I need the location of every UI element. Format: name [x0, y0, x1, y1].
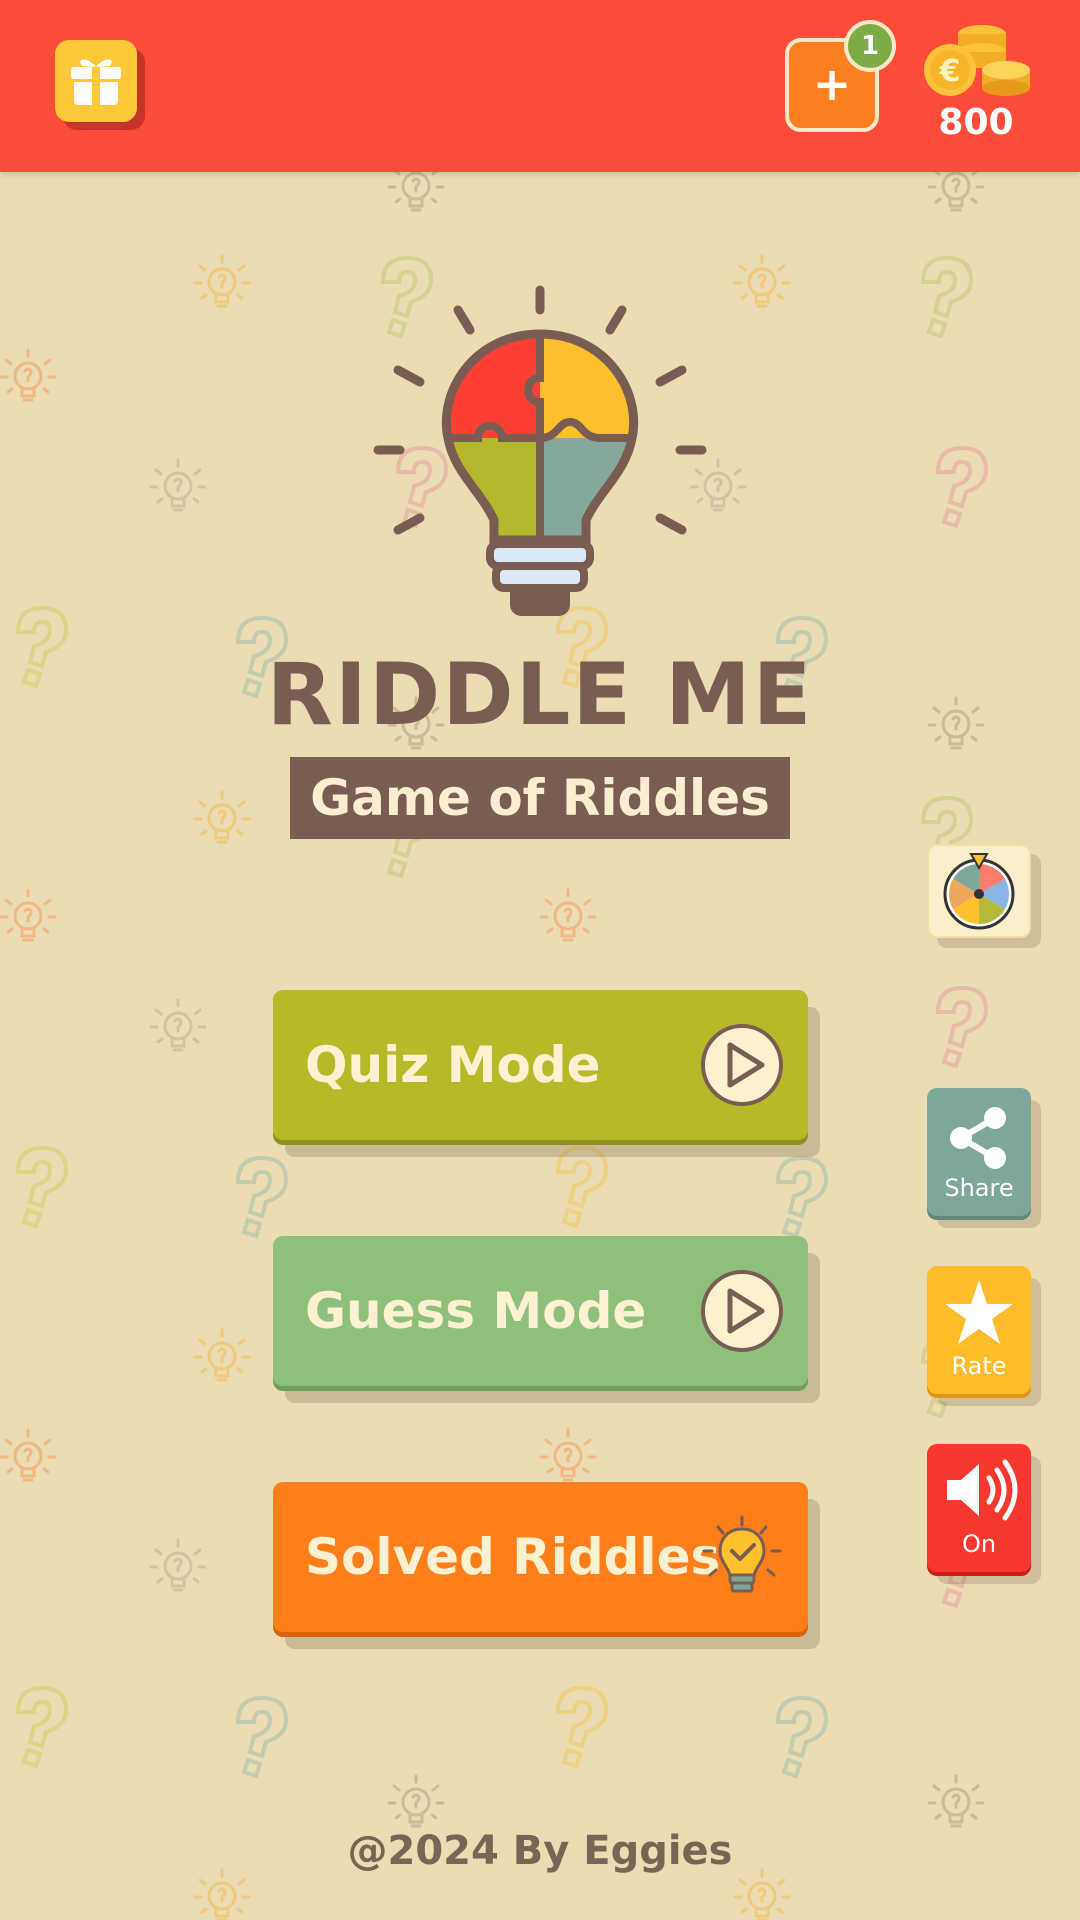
- play-icon: [701, 1270, 783, 1352]
- copyright-footer: @2024 By Eggies: [347, 1828, 733, 1874]
- share-label: Share: [944, 1174, 1014, 1202]
- speaker-icon: [947, 1459, 1018, 1521]
- spin-wheel-icon: [943, 853, 1015, 930]
- gift-icon: [71, 59, 121, 105]
- subtitle-banner: Game of Riddles: [290, 757, 790, 839]
- quiz-mode-label: Quiz Mode: [305, 1036, 601, 1094]
- app-title: RIDDLE ME: [266, 645, 814, 745]
- lightbulb-check-icon: [702, 1515, 782, 1593]
- rate-label: Rate: [951, 1352, 1007, 1380]
- play-icon: [701, 1024, 783, 1106]
- sound-label: On: [961, 1530, 997, 1558]
- share-icon: [950, 1107, 1006, 1169]
- top-bar: + 1 € 800: [0, 0, 1080, 172]
- coin-stack-icon: €: [924, 25, 1030, 96]
- guess-mode-label: Guess Mode: [305, 1282, 647, 1340]
- solved-riddles-button[interactable]: Solved Riddles: [273, 1482, 808, 1632]
- sound-toggle-button[interactable]: On: [927, 1444, 1031, 1572]
- share-button[interactable]: Share: [927, 1088, 1031, 1216]
- solved-riddles-label: Solved Riddles: [305, 1528, 721, 1586]
- app-subtitle: Game of Riddles: [310, 769, 770, 827]
- spin-wheel-button[interactable]: [927, 844, 1031, 938]
- puzzle-lightbulb-icon: [373, 285, 707, 616]
- rate-button[interactable]: Rate: [927, 1266, 1031, 1394]
- quiz-mode-button[interactable]: Quiz Mode: [273, 990, 808, 1140]
- svg-text:€: €: [939, 54, 961, 89]
- gift-button[interactable]: [55, 40, 137, 122]
- coin-count: 800: [938, 102, 1014, 143]
- notification-badge: 1: [844, 20, 896, 72]
- guess-mode-button[interactable]: Guess Mode: [273, 1236, 808, 1386]
- star-icon: [945, 1280, 1013, 1344]
